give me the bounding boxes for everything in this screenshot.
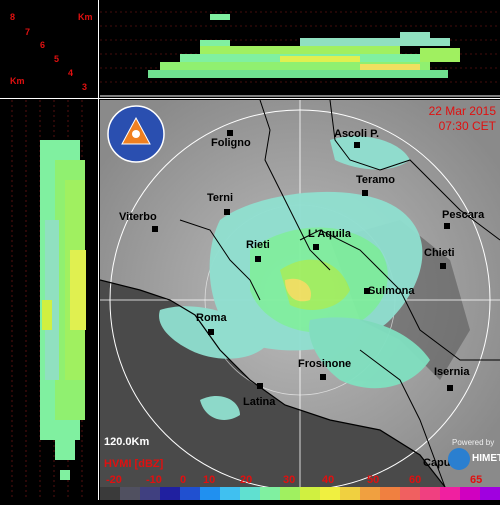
colorbar-swatch	[280, 487, 300, 500]
city-label-foligno: Foligno	[211, 137, 251, 149]
city-label-sulmona: Sulmona	[368, 285, 415, 297]
city-label-teramo: Teramo	[356, 174, 395, 186]
colorbar-swatch	[360, 487, 380, 500]
km-tick-7: 7	[25, 27, 31, 37]
colorbar-swatch	[260, 487, 280, 500]
city-marker-chieti	[440, 263, 446, 269]
colorbar-label: 30	[283, 474, 296, 486]
range-label: 120.0Km	[104, 436, 150, 448]
km-unit-top: Km	[78, 12, 93, 22]
km-tick-8: 8	[10, 12, 16, 22]
city-marker-roma	[208, 329, 214, 335]
city-marker-terni	[224, 209, 230, 215]
left-cross-section	[0, 100, 98, 500]
city-label-viterbo: Viterbo	[119, 211, 157, 223]
colorbar-swatch	[240, 487, 260, 500]
city-marker-teramo	[362, 190, 368, 196]
colorbar-label: 60	[409, 474, 422, 486]
left-cross-section-plot	[11, 100, 86, 500]
city-marker-foligno	[227, 130, 233, 136]
colorbar-swatch	[340, 487, 360, 500]
km-tick-4: 4	[68, 68, 74, 78]
city-marker-viterbo	[152, 226, 158, 232]
km-tick-3: 3	[82, 82, 88, 92]
himet-brand: HIMET	[472, 453, 500, 464]
city-label-isernia: Isernia	[434, 366, 470, 378]
colorbar-label: -10	[146, 474, 162, 486]
city-marker-laquila	[313, 244, 319, 250]
km-scale-corner: Km 8 7 6 5 4 3 Km	[0, 0, 98, 98]
colorbar-swatch	[180, 487, 200, 500]
city-label-roma: Roma	[196, 312, 227, 324]
city-marker-ascoli	[354, 142, 360, 148]
colorbar-swatch	[320, 487, 340, 500]
colorbar-swatch	[200, 487, 220, 500]
city-marker-latina	[257, 383, 263, 389]
separator-horizontal	[0, 98, 500, 99]
km-tick-6: 6	[40, 40, 46, 50]
colorbar-label: 40	[322, 474, 335, 486]
top-cross-section-plot	[100, 11, 500, 97]
colorbar-swatch	[160, 487, 180, 500]
colorbar-swatch	[220, 487, 240, 500]
city-label-frosinone: Frosinone	[298, 358, 352, 370]
city-label-latina: Latina	[243, 396, 276, 408]
colorbar-swatch	[380, 487, 400, 500]
colorbar-label: 65	[470, 474, 483, 486]
colorbar-swatch	[480, 487, 500, 500]
city-label-chieti: Chieti	[424, 247, 455, 259]
colorbar-swatch	[140, 487, 160, 500]
colorbar-swatch	[100, 487, 120, 500]
colorbar-swatch	[420, 487, 440, 500]
city-label-laquila: L'Aquila	[308, 228, 351, 240]
colorbar-label: -20	[106, 474, 122, 486]
km-unit-left: Km	[10, 76, 25, 86]
city-label-rieti: Rieti	[246, 239, 270, 251]
colorbar	[100, 487, 500, 500]
city-marker-isernia	[447, 385, 453, 391]
colorbar-label: 20	[240, 474, 253, 486]
time-label: 07:30 CET	[438, 119, 496, 133]
protezione-civile-logo	[104, 104, 168, 164]
date-label: 22 Mar 2015	[428, 104, 496, 118]
colorbar-swatch	[440, 487, 460, 500]
colorbar-label: 10	[203, 474, 216, 486]
colorbar-swatch	[300, 487, 320, 500]
city-label-terni: Terni	[207, 192, 234, 204]
city-marker-pescara	[444, 223, 450, 229]
himet-logo-icon	[448, 448, 470, 470]
city-label-pescara: Pescara	[442, 209, 485, 221]
city-marker-rieti	[255, 256, 261, 262]
powered-by-label: Powered by	[452, 438, 495, 447]
separator-vertical	[98, 0, 99, 500]
colorbar-label: 50	[367, 474, 380, 486]
city-label-ascoli: Ascoli P.	[334, 128, 380, 140]
product-label: HVMI [dBZ]	[104, 458, 164, 470]
top-cross-section	[100, 0, 500, 98]
colorbar-swatch	[460, 487, 480, 500]
colorbar-swatch	[120, 487, 140, 500]
km-tick-5: 5	[54, 54, 60, 64]
city-marker-frosinone	[320, 374, 326, 380]
colorbar-label: 0	[180, 474, 187, 486]
colorbar-swatch	[400, 487, 420, 500]
